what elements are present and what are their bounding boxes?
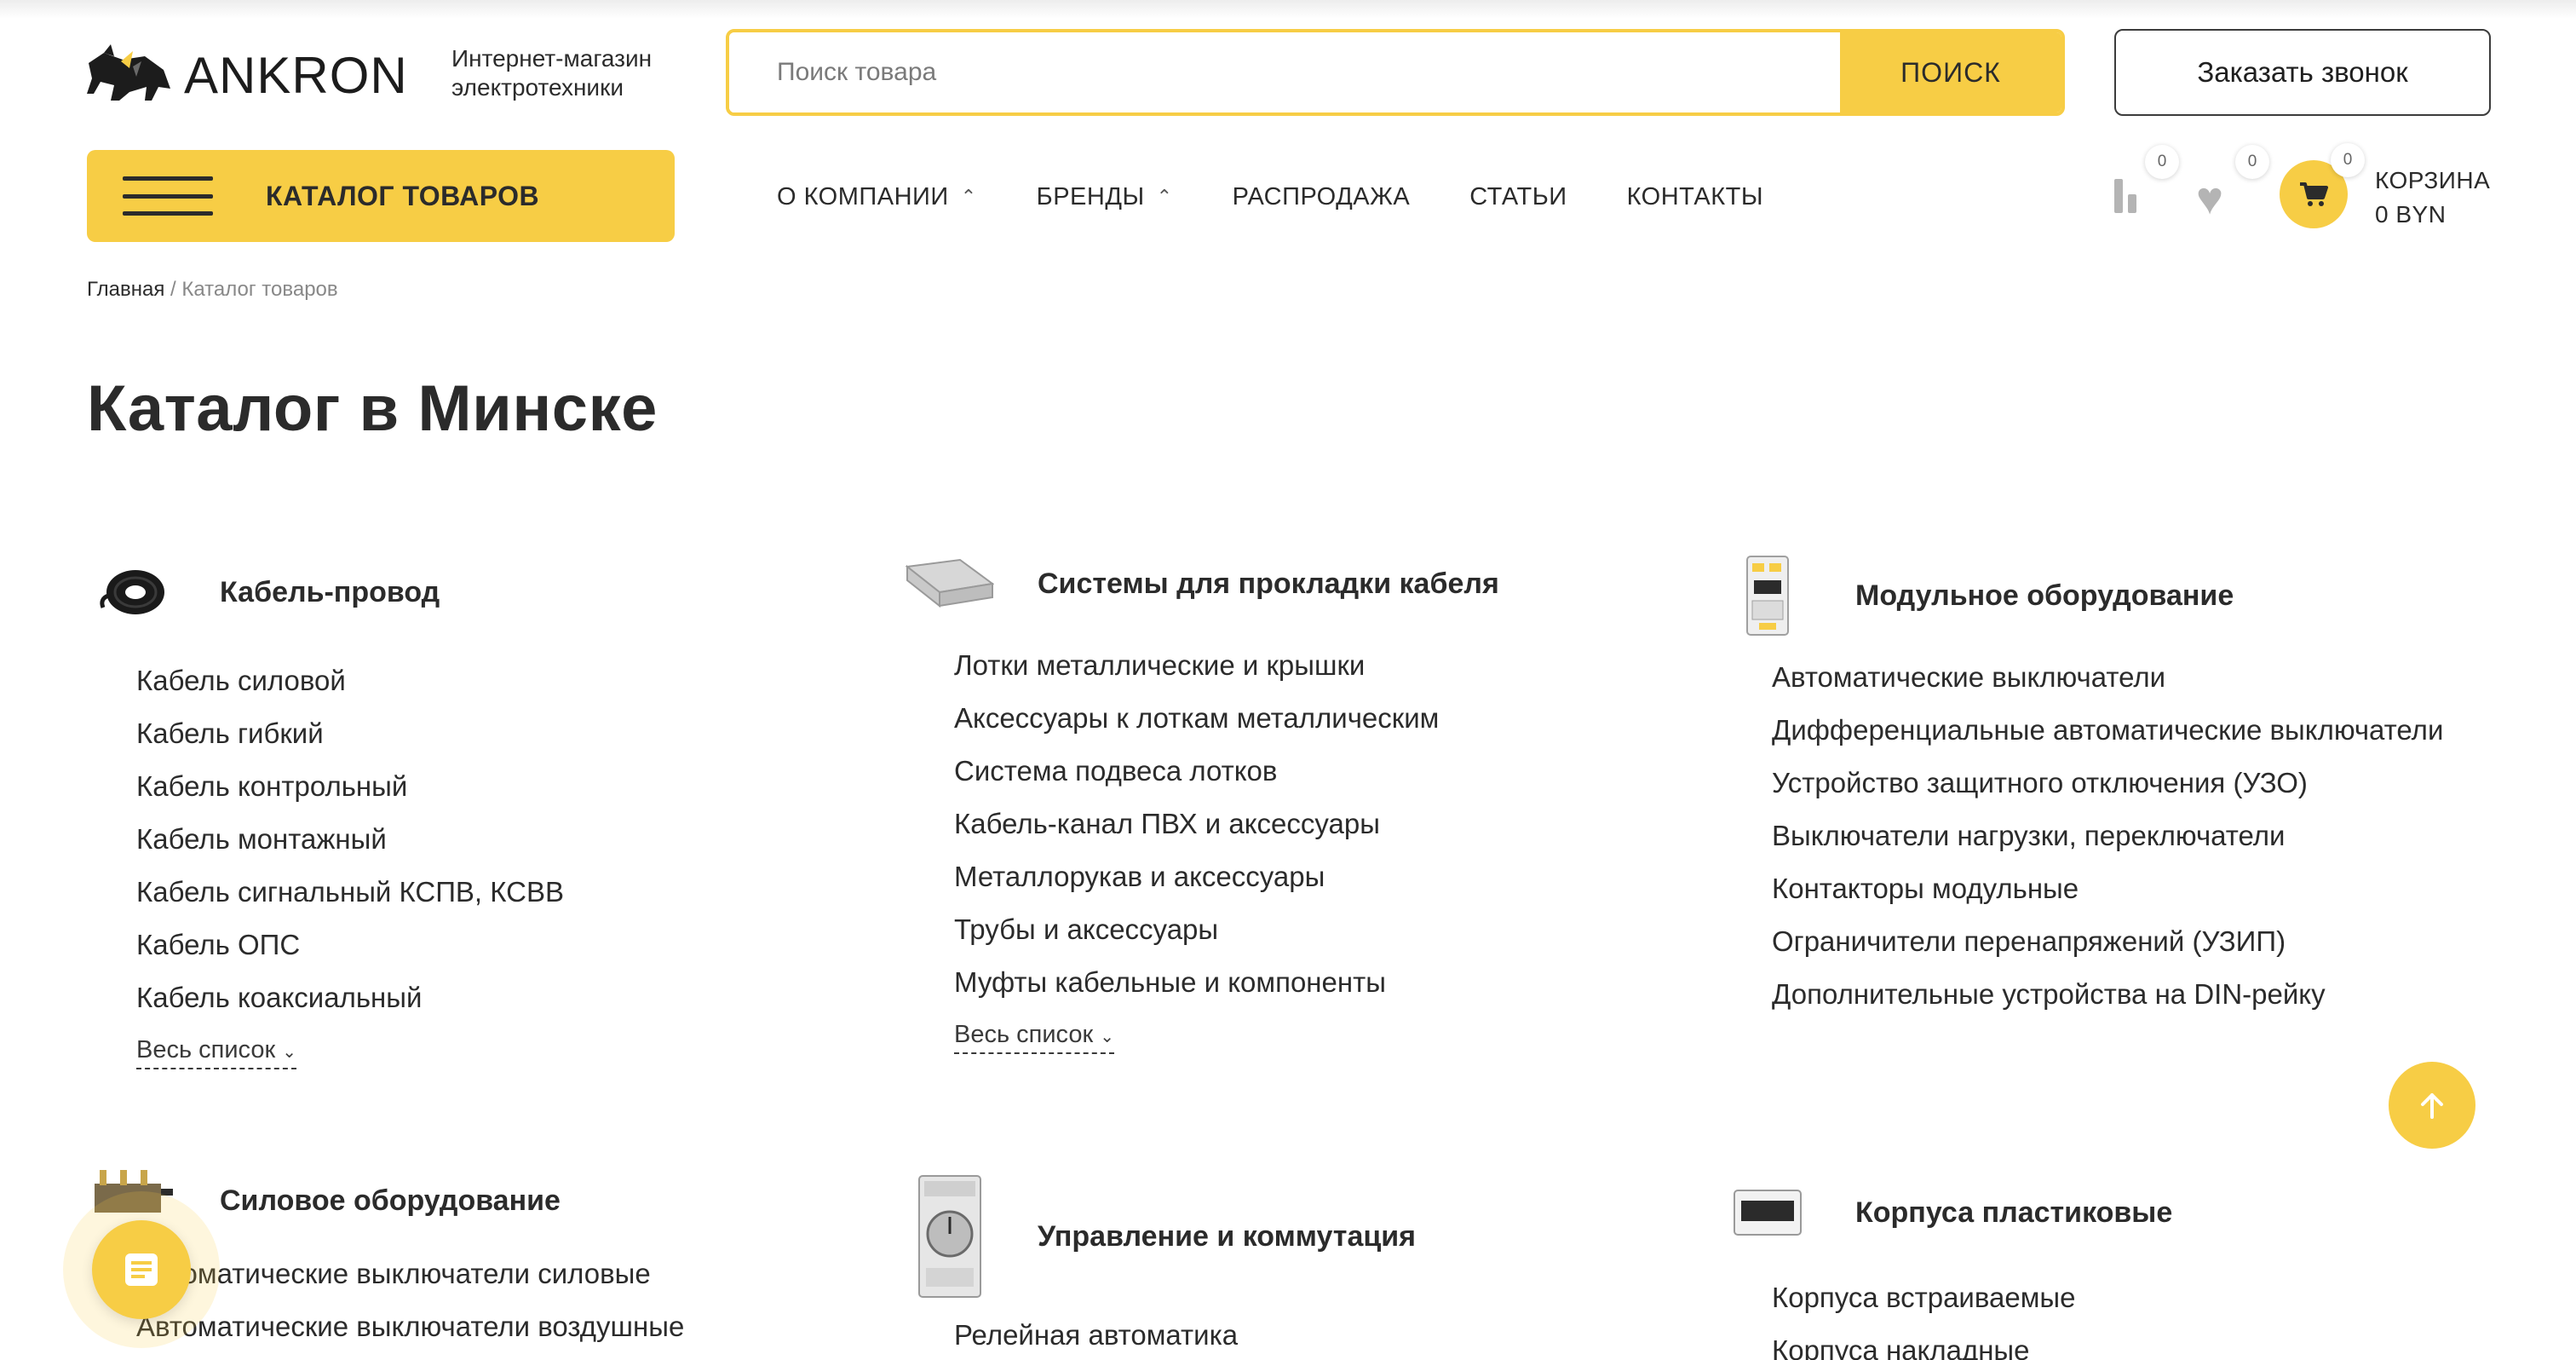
favorites-heart-icon[interactable]: ♥ — [2196, 176, 2223, 222]
breadcrumb-home-link[interactable]: Главная — [87, 278, 164, 301]
subcategory-link[interactable]: Выключатели нагрузки, переключатели — [1772, 810, 2443, 862]
timer-relay-icon — [903, 1173, 997, 1300]
catalog-menu-button[interactable]: КАТАЛОГ ТОВАРОВ — [87, 150, 675, 242]
search-button[interactable]: ПОИСК — [1840, 32, 2061, 112]
subcategory-link[interactable]: Кабель коаксиальный — [136, 971, 564, 1024]
category-cable-wire: Кабель-провод Кабель силовой Кабель гибк… — [85, 545, 564, 1069]
catalog-menu-label: КАТАЛОГ ТОВАРОВ — [266, 180, 540, 211]
search-input[interactable] — [729, 32, 1840, 112]
nav-about[interactable]: О КОМПАНИИ ⌃ — [777, 183, 977, 211]
subcategory-link[interactable]: Дополнительные устройства на DIN-рейку — [1772, 968, 2443, 1021]
subcategory-link[interactable]: Автоматические выключатели — [1772, 651, 2443, 704]
subcategory-link[interactable]: Кабель-канал ПВХ и аксессуары — [954, 798, 1499, 850]
chat-widget-button[interactable] — [92, 1220, 191, 1319]
callback-button[interactable]: Заказать звонок — [2114, 29, 2491, 116]
cart-label: КОРЗИНА — [2375, 167, 2491, 193]
chevron-down-icon: ⌄ — [282, 1043, 296, 1062]
subcategory-link[interactable]: Кабель силовой — [136, 654, 564, 707]
subcategory-link[interactable]: Ограничители перенапряжений (УЗИП) — [1772, 915, 2443, 968]
message-icon — [125, 1253, 158, 1286]
subcategory-link[interactable]: Аксессуары к лоткам металлическим — [954, 692, 1499, 745]
subcategory-link[interactable]: Лотки металлические и крышки — [954, 639, 1499, 692]
chevron-up-icon: ⌃ — [960, 186, 977, 207]
cart-summary[interactable]: КОРЗИНА 0 BYN — [2375, 164, 2490, 232]
show-all-label: Весь список — [954, 1021, 1094, 1048]
logo[interactable]: ANKRON — [85, 41, 443, 109]
subcategory-link[interactable]: Кабель контрольный — [136, 760, 564, 813]
subcategory-link[interactable]: Контакторы модульные — [1772, 862, 2443, 915]
compare-icon[interactable] — [2114, 179, 2145, 213]
subcategory-link[interactable]: Кабель сигнальный КСПВ, КСВВ — [136, 866, 564, 919]
bull-logo-icon — [87, 44, 170, 101]
store-tagline: Интернет-магазин электротехники — [451, 44, 652, 102]
nav-about-label: О КОМПАНИИ — [777, 182, 949, 210]
nav-articles[interactable]: СТАТЬИ — [1469, 183, 1567, 211]
nav-contacts-label: КОНТАКТЫ — [1626, 182, 1764, 210]
subcategory-link[interactable]: Система подвеса лотков — [954, 745, 1499, 798]
enclosure-box-icon — [1721, 1166, 1814, 1259]
subcategory-link[interactable]: Дифференциальные автоматические выключат… — [1772, 704, 2443, 757]
cart-icon — [2300, 182, 2328, 206]
tagline-line-1: Интернет-магазин — [451, 45, 653, 72]
subcategory-link[interactable]: Кабель ОПС — [136, 919, 564, 971]
chevron-down-icon: ⌄ — [1100, 1028, 1114, 1046]
subcategory-link[interactable]: Релейная автоматика — [954, 1309, 1416, 1360]
breadcrumb-current: Каталог товаров — [181, 278, 338, 301]
cart-count-badge: 0 — [2331, 143, 2365, 177]
show-all-label: Весь список — [136, 1036, 276, 1063]
search-bar: ПОИСК — [726, 29, 2065, 116]
logo-text: ANKRON — [184, 46, 408, 104]
cart-total: 0 BYN — [2375, 201, 2447, 228]
rcd-breaker-icon — [1721, 549, 1814, 643]
arrow-up-icon — [2421, 1093, 2443, 1119]
category-control-switching: Управление и коммутация Релейная автомат… — [903, 1173, 1416, 1360]
nav-brands-label: БРЕНДЫ — [1036, 182, 1145, 210]
scroll-to-top-button[interactable] — [2389, 1062, 2475, 1149]
favorites-count-badge: 0 — [2235, 145, 2269, 179]
breadcrumb-separator: / — [164, 278, 182, 301]
subcategory-link[interactable]: Автоматические выключатели воздушные — [136, 1300, 684, 1353]
category-title-link[interactable]: Силовое оборудование — [220, 1184, 561, 1218]
category-plastic-enclosures: Корпуса пластиковые Корпуса встраиваемые… — [1721, 1166, 2172, 1360]
nav-brands[interactable]: БРЕНДЫ ⌃ — [1037, 183, 1173, 211]
chevron-up-icon: ⌃ — [1156, 186, 1173, 207]
category-title-link[interactable]: Системы для прокладки кабеля — [1038, 568, 1499, 601]
category-cable-routing: Системы для прокладки кабеля Лотки метал… — [903, 537, 1499, 1054]
nav-sale-label: РАСПРОДАЖА — [1232, 182, 1411, 210]
top-shadow — [0, 0, 2576, 19]
hamburger-icon — [123, 176, 213, 216]
subcategory-link[interactable]: Трубы и аксессуары — [954, 903, 1499, 956]
nav-contacts[interactable]: КОНТАКТЫ — [1627, 183, 1763, 211]
category-title-link[interactable]: Модульное оборудование — [1855, 579, 2234, 613]
category-title-link[interactable]: Кабель-провод — [220, 576, 440, 609]
subcategory-link[interactable]: Корпуса встраиваемые — [1772, 1271, 2172, 1324]
main-nav: О КОМПАНИИ ⌃ БРЕНДЫ ⌃ РАСПРОДАЖА СТАТЬИ … — [777, 176, 1823, 218]
category-title-link[interactable]: Управление и коммутация — [1038, 1220, 1416, 1253]
page-title: Каталог в Минске — [87, 372, 658, 445]
cable-tray-icon — [903, 537, 997, 631]
cable-coil-icon — [85, 545, 179, 639]
show-all-link[interactable]: Весь список ⌄ — [954, 1021, 1114, 1054]
nav-sale[interactable]: РАСПРОДАЖА — [1233, 183, 1411, 211]
subcategory-link[interactable]: Устройство защитного отключения (УЗО) — [1772, 757, 2443, 810]
compare-count-badge: 0 — [2145, 145, 2179, 179]
tagline-line-2: электротехники — [451, 74, 624, 101]
nav-articles-label: СТАТЬИ — [1469, 182, 1567, 210]
subcategory-link[interactable]: Металлорукав и аксессуары — [954, 850, 1499, 903]
category-modular-equipment: Модульное оборудование Автоматические вы… — [1721, 549, 2443, 1021]
category-title-link[interactable]: Корпуса пластиковые — [1855, 1196, 2172, 1230]
subcategory-link[interactable]: Муфты кабельные и компоненты — [954, 956, 1499, 1009]
breadcrumb: Главная / Каталог товаров — [87, 278, 338, 302]
subcategory-link[interactable]: Корпуса накладные — [1772, 1324, 2172, 1360]
show-all-link[interactable]: Весь список ⌄ — [136, 1036, 296, 1069]
subcategory-link[interactable]: Кабель гибкий — [136, 707, 564, 760]
subcategory-link[interactable]: Кабель монтажный — [136, 813, 564, 866]
